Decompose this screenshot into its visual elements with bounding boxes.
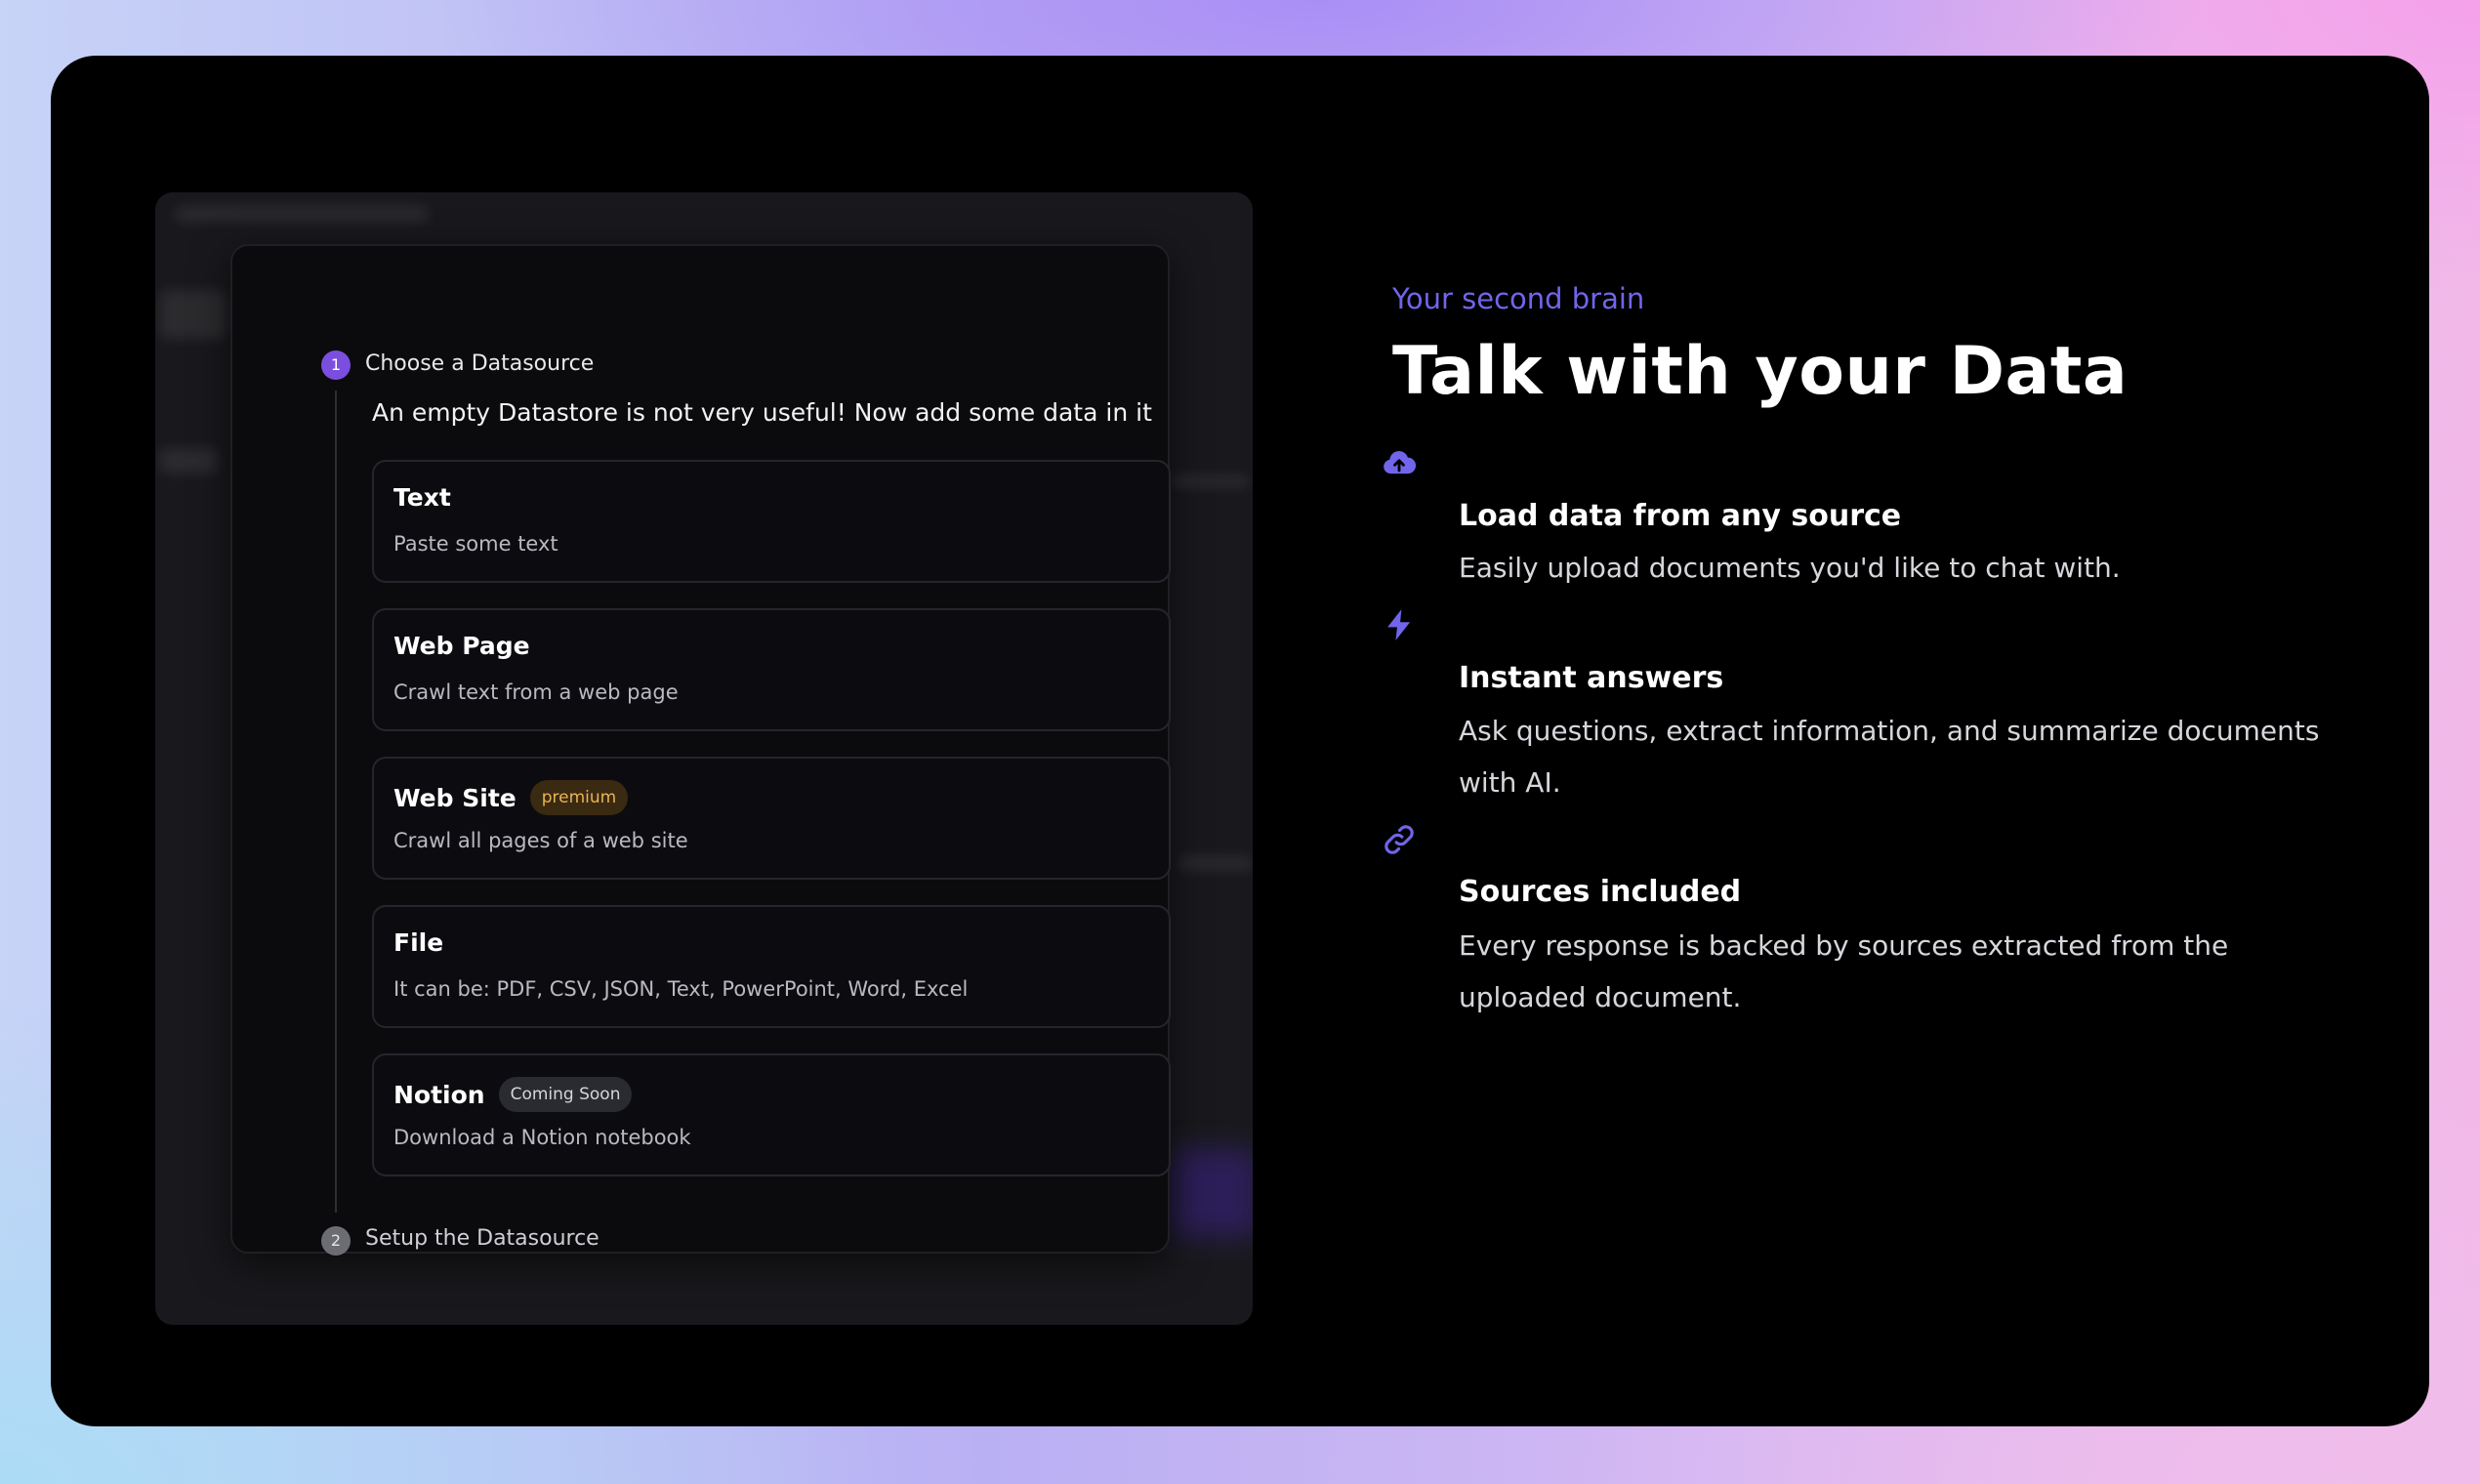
option-title: Web Site premium [393,780,629,815]
option-description: Crawl all pages of a web site [393,829,688,852]
step-1-title: Choose a Datasource [365,351,595,376]
cloud-upload-icon [1384,451,1417,474]
option-description: Crawl text from a web page [393,680,679,704]
lightning-bolt-icon [1387,609,1411,640]
add-datasource-modal: 1 Choose a Datasource An empty Datastore… [230,244,1171,1256]
modal-subtitle: An empty Datastore is not very useful! N… [372,398,1152,427]
link-icon [1385,825,1414,854]
hero-headline: Talk with your Data [1392,333,2129,410]
step-1-badge: 1 [321,350,351,380]
step-connector-line [335,391,337,1213]
hero-card: 1 Choose a Datasource An empty Datastore… [51,56,2429,1426]
feature-description-instant-answers: Ask questions, extract information, and … [1459,715,2320,799]
datasource-option-file[interactable]: File It can be: PDF, CSV, JSON, Text, Po… [372,905,1171,1028]
datasource-option-text[interactable]: Text Paste some text [372,460,1171,583]
feature-description-load-data: Easily upload documents you'd like to ch… [1459,552,2121,584]
option-title: File [393,928,444,957]
step-2-badge: 2 [321,1226,351,1256]
datasource-option-web-page[interactable]: Web Page Crawl text from a web page [372,608,1171,731]
premium-badge: premium [529,780,629,815]
feature-title-instant-answers: Instant answers [1459,661,1724,695]
option-description: It can be: PDF, CSV, JSON, Text, PowerPo… [393,977,969,1001]
option-description: Paste some text [393,532,558,556]
hero-eyebrow: Your second brain [1392,282,1645,315]
feature-title-sources-included: Sources included [1459,875,1742,909]
feature-description-sources-included: Every response is backed by sources extr… [1459,929,2229,1013]
step-2-title: Setup the Datasource [365,1226,599,1251]
option-title: Web Page [393,632,530,660]
option-title: Text [393,483,451,512]
datasource-option-notion[interactable]: Notion Coming Soon Download a Notion not… [372,1053,1171,1176]
feature-title-load-data: Load data from any source [1459,499,1902,533]
option-description: Download a Notion notebook [393,1126,691,1149]
option-title: Notion Coming Soon [393,1077,633,1112]
coming-soon-badge: Coming Soon [498,1077,633,1112]
datasource-option-web-site[interactable]: Web Site premium Crawl all pages of a we… [372,757,1171,880]
